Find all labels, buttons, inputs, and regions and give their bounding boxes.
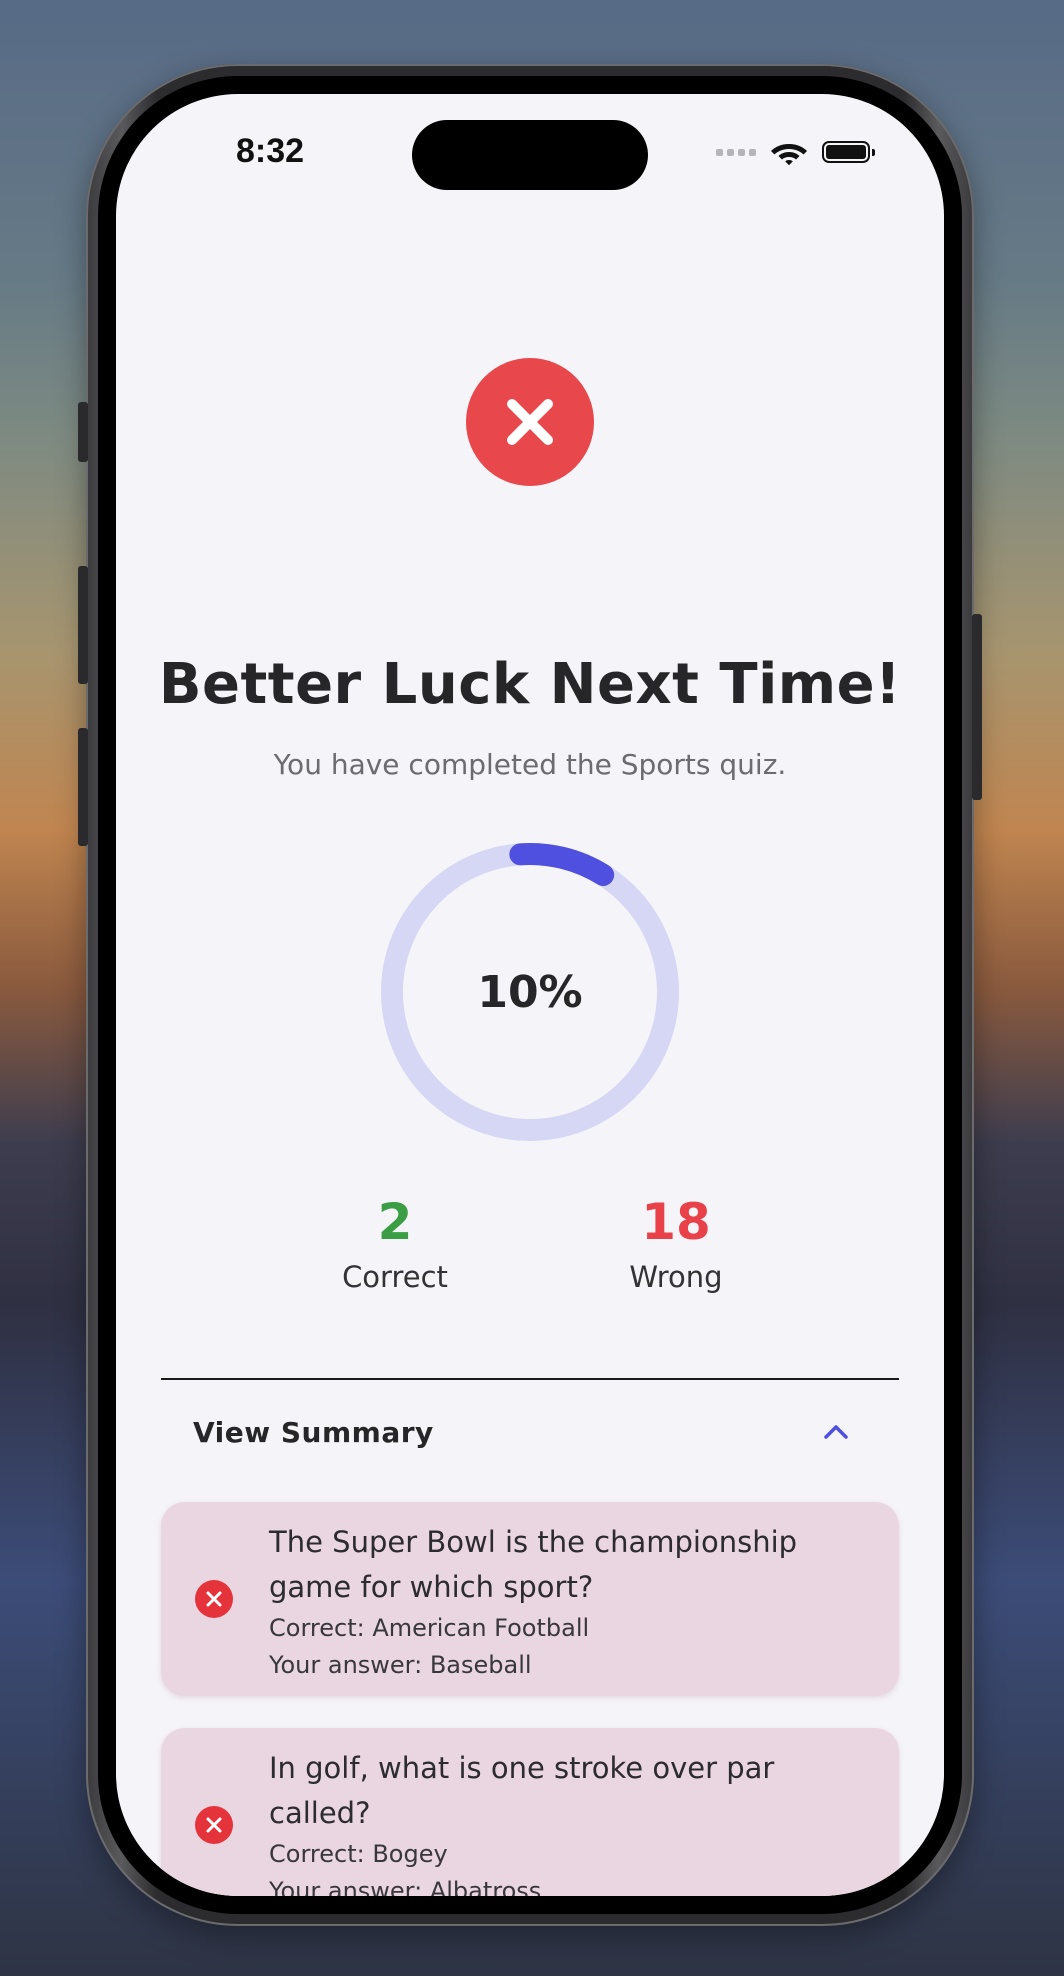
correct-stat: 2 Correct (295, 1192, 495, 1294)
correct-label: Correct (342, 1260, 448, 1294)
x-circle-icon (195, 1806, 233, 1844)
status-icons (716, 138, 875, 166)
result-subtitle: You have completed the Sports quiz. (273, 748, 787, 781)
correct-count: 2 (377, 1193, 413, 1251)
wrong-stat: 18 Wrong (576, 1192, 776, 1294)
wrong-label: Wrong (629, 1260, 723, 1294)
battery-icon (822, 141, 875, 163)
cellular-signal-icon (716, 148, 756, 156)
x-circle-icon (195, 1580, 233, 1618)
wrong-count: 18 (641, 1193, 711, 1251)
chevron-up-icon (824, 1425, 848, 1439)
summary-correct-answer: Correct: Bogey (269, 1840, 448, 1868)
power-button (972, 614, 982, 800)
view-summary-label: View Summary (193, 1415, 434, 1449)
screen: 8:32 Better Luck Next Time! You have com… (116, 94, 944, 1896)
status-time: 8:32 (236, 132, 305, 170)
wifi-icon (771, 144, 807, 166)
summary-item: In golf, what is one stroke over par cal… (161, 1728, 899, 1896)
action-button (78, 402, 88, 462)
summary-your-answer: Your answer: Baseball (269, 1651, 532, 1679)
volume-down-button (78, 728, 88, 846)
summary-your-answer: Your answer: Albatross (269, 1877, 542, 1896)
x-circle-icon (466, 358, 594, 486)
summary-question: The Super Bowl is the championship game … (269, 1525, 798, 1604)
score-progress-ring: 10% (380, 842, 680, 1142)
view-summary-toggle[interactable]: View Summary (161, 1380, 899, 1484)
summary-question: In golf, what is one stroke over par cal… (269, 1751, 775, 1830)
score-percent-label: 10% (477, 966, 583, 1018)
result-title: Better Luck Next Time! (158, 652, 902, 717)
summary-item: The Super Bowl is the championship game … (161, 1502, 899, 1696)
summary-correct-answer: Correct: American Football (269, 1614, 590, 1642)
dynamic-island (412, 120, 648, 190)
volume-up-button (78, 566, 88, 684)
